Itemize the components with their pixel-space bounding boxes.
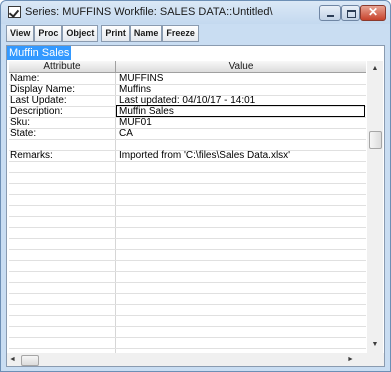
value-cell[interactable]: MUF01	[118, 117, 364, 128]
attribute-cell: State:	[10, 128, 37, 139]
horizontal-scroll-thumb[interactable]	[21, 355, 39, 366]
attribute-cell: Remarks:	[10, 150, 53, 161]
print-button[interactable]: Print	[101, 25, 130, 42]
toolbar: View Proc Object Print Name Freeze	[6, 25, 199, 42]
selected-cell-border[interactable]	[116, 105, 365, 117]
scroll-left-icon[interactable]: ◄	[9, 353, 19, 366]
attribute-cell: Last Update:	[10, 95, 67, 106]
value-cell[interactable]: MUFFINS	[118, 73, 364, 84]
scroll-right-icon[interactable]: ►	[347, 353, 357, 366]
maximize-icon	[347, 10, 356, 18]
value-cell[interactable]: CA	[118, 128, 364, 139]
view-button[interactable]: View	[6, 25, 35, 42]
attribute-column-header: Attribute	[9, 61, 116, 73]
value-cell[interactable]: Imported from 'C:\files\Sales Data.xlsx'	[118, 150, 364, 161]
close-button[interactable]: ✕	[360, 5, 386, 21]
vertical-scrollbar[interactable]: ▲ ▼	[367, 61, 383, 353]
scroll-down-icon[interactable]: ▼	[367, 337, 383, 353]
title-bar[interactable]: Series: MUFFINS Workfile: SALES DATA::Un…	[1, 1, 390, 24]
selected-cell-text[interactable]: Muffin Sales	[7, 46, 72, 60]
freeze-button[interactable]: Freeze	[162, 25, 199, 42]
minimize-button[interactable]	[319, 5, 341, 21]
minimize-icon	[327, 15, 334, 17]
object-button[interactable]: Object	[62, 25, 99, 42]
attribute-cell: Sku:	[10, 117, 31, 128]
value-cell[interactable]: Muffins	[118, 84, 364, 95]
attribute-cell	[10, 139, 114, 150]
series-checkmark-icon	[8, 6, 21, 18]
attribute-cell: Name:	[10, 73, 40, 84]
attribute-table: Name: MUFFINS Display Name: Muffins Last…	[9, 73, 366, 353]
label-view: Muffin Sales Attribute Value Name: MUFFI…	[6, 45, 385, 367]
window-title: Series: MUFFINS Workfile: SALES DATA::Un…	[25, 6, 273, 18]
edit-bar[interactable]: Muffin Sales	[7, 46, 384, 60]
series-window: Series: MUFFINS Workfile: SALES DATA::Un…	[0, 0, 391, 372]
vertical-scroll-thumb[interactable]	[369, 131, 382, 149]
empty-row[interactable]	[9, 337, 366, 349]
value-column-header: Value	[116, 61, 366, 73]
maximize-button[interactable]	[341, 5, 360, 21]
name-button[interactable]: Name	[129, 25, 163, 42]
attribute-cell: Display Name:	[10, 84, 76, 95]
proc-button[interactable]: Proc	[34, 25, 63, 42]
attribute-cell: Description:	[10, 106, 63, 117]
scroll-up-icon[interactable]: ▲	[367, 61, 383, 77]
horizontal-scrollbar[interactable]: ◄ ►	[7, 353, 384, 366]
value-cell[interactable]	[118, 139, 364, 150]
close-icon: ✕	[367, 5, 379, 19]
